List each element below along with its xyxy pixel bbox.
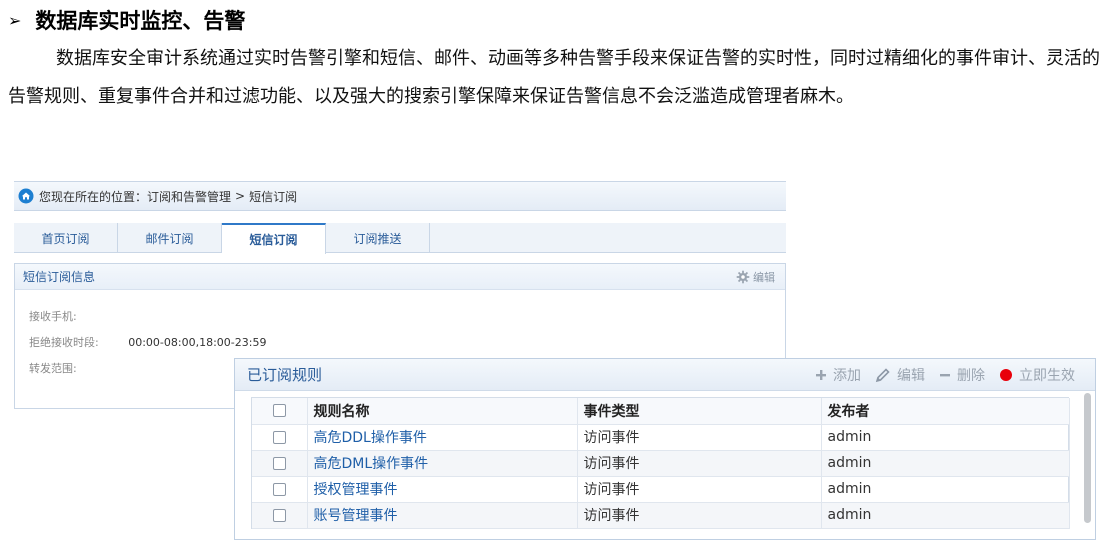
- breadcrumb: 您现在所在的位置： 订阅和告警管理 > 短信订阅: [14, 181, 786, 211]
- event-type-cell: 访问事件: [577, 502, 822, 529]
- column-header-event-type[interactable]: 事件类型: [577, 398, 822, 425]
- breadcrumb-prefix: 您现在所在的位置：: [39, 189, 148, 204]
- pencil-icon: [875, 367, 890, 382]
- red-dot-icon: [1000, 368, 1012, 381]
- plus-icon: [816, 369, 826, 380]
- row-checkbox[interactable]: [272, 482, 286, 496]
- add-button[interactable]: 添加: [815, 365, 861, 385]
- row-checkbox[interactable]: [272, 456, 286, 470]
- rule-name-link[interactable]: 账号管理事件: [307, 502, 578, 529]
- edit-rule-label: 编辑: [897, 367, 925, 384]
- event-type-cell: 访问事件: [577, 424, 822, 451]
- rule-name-link[interactable]: 高危DDL操作事件: [307, 424, 578, 451]
- apply-now-button[interactable]: 立即生效: [999, 365, 1075, 385]
- edit-label: 编辑: [753, 270, 775, 284]
- row-checkbox[interactable]: [272, 508, 286, 522]
- tab-bar: 首页订阅 邮件订阅 短信订阅 订阅推送: [14, 223, 786, 254]
- phone-label: 接收手机:: [29, 310, 77, 323]
- column-header-publisher[interactable]: 发布者: [821, 398, 1070, 425]
- rule-name-link[interactable]: 高危DML操作事件: [307, 450, 578, 477]
- minus-icon: [940, 373, 950, 376]
- rule-name-link[interactable]: 授权管理事件: [307, 476, 578, 503]
- home-icon[interactable]: [18, 188, 34, 204]
- apply-now-label: 立即生效: [1019, 367, 1075, 384]
- rules-title: 已订阅规则: [247, 366, 323, 384]
- table-row: 账号管理事件 访问事件 admin: [252, 502, 1070, 529]
- table-row: 高危DDL操作事件 访问事件 admin: [252, 424, 1070, 451]
- tab-home-subscription[interactable]: 首页订阅: [14, 223, 118, 253]
- table-row: 高危DML操作事件 访问事件 admin: [252, 450, 1070, 477]
- forward-range-row: 转发范围:: [29, 360, 103, 376]
- subscribed-rules-screenshot: 已订阅规则 添加 编辑 删除 立即生效 规则名称 事件类型 发布者 高危DDL操…: [234, 358, 1096, 540]
- rules-toolbar: 添加 编辑 删除 立即生效: [801, 365, 1075, 385]
- row-checkbox[interactable]: [272, 430, 286, 444]
- edit-rule-button[interactable]: 编辑: [875, 365, 925, 385]
- event-type-cell: 访问事件: [577, 450, 822, 477]
- sms-info-header: 短信订阅信息 编辑: [15, 264, 785, 290]
- edit-button[interactable]: 编辑: [736, 269, 775, 285]
- arrow-bullet-icon: ➢: [8, 10, 22, 30]
- rules-table: 规则名称 事件类型 发布者 高危DDL操作事件 访问事件 admin 高危DML…: [252, 398, 1070, 529]
- tab-subscription-push[interactable]: 订阅推送: [326, 223, 430, 253]
- tab-sms-subscription[interactable]: 短信订阅: [222, 223, 326, 254]
- publisher-cell: admin: [821, 476, 1070, 503]
- table-header-row: 规则名称 事件类型 发布者: [252, 398, 1070, 425]
- body-paragraph: 数据库安全审计系统通过实时告警引擎和短信、邮件、动画等多种告警手段来保证告警的实…: [8, 48, 1100, 107]
- breadcrumb-separator: >: [235, 189, 246, 203]
- column-header-rule-name[interactable]: 规则名称: [307, 398, 578, 425]
- table-row: 授权管理事件 访问事件 admin: [252, 476, 1070, 503]
- rules-table-wrapper: 规则名称 事件类型 发布者 高危DDL操作事件 访问事件 admin 高危DML…: [251, 397, 1070, 529]
- section-heading: ➢ 数据库实时监控、告警: [8, 6, 245, 34]
- select-all-checkbox[interactable]: [272, 404, 286, 418]
- forward-range-label: 转发范围:: [29, 362, 77, 375]
- rules-header: 已订阅规则 添加 编辑 删除 立即生效: [235, 359, 1095, 391]
- vertical-scrollbar[interactable]: [1083, 391, 1093, 527]
- reject-period-label: 拒绝接收时段:: [29, 336, 99, 349]
- phone-row: 接收手机:: [29, 308, 103, 324]
- sms-info-title: 短信订阅信息: [23, 270, 96, 284]
- add-label: 添加: [833, 367, 861, 384]
- reject-period-value: 00:00-08:00,18:00-23:59: [128, 336, 267, 349]
- breadcrumb-parent[interactable]: 订阅和告警管理: [147, 188, 231, 205]
- gear-icon: [736, 270, 750, 283]
- breadcrumb-current: 短信订阅: [249, 189, 298, 204]
- tab-email-subscription[interactable]: 邮件订阅: [118, 223, 222, 253]
- publisher-cell: admin: [821, 424, 1070, 451]
- delete-label: 删除: [957, 367, 985, 384]
- section-title: 数据库实时监控、告警: [35, 9, 246, 33]
- publisher-cell: admin: [821, 450, 1070, 477]
- delete-button[interactable]: 删除: [939, 365, 985, 385]
- scrollbar-thumb[interactable]: [1084, 393, 1091, 523]
- reject-period-row: 拒绝接收时段: 00:00-08:00,18:00-23:59: [29, 334, 266, 350]
- event-type-cell: 访问事件: [577, 476, 822, 503]
- publisher-cell: admin: [821, 502, 1070, 529]
